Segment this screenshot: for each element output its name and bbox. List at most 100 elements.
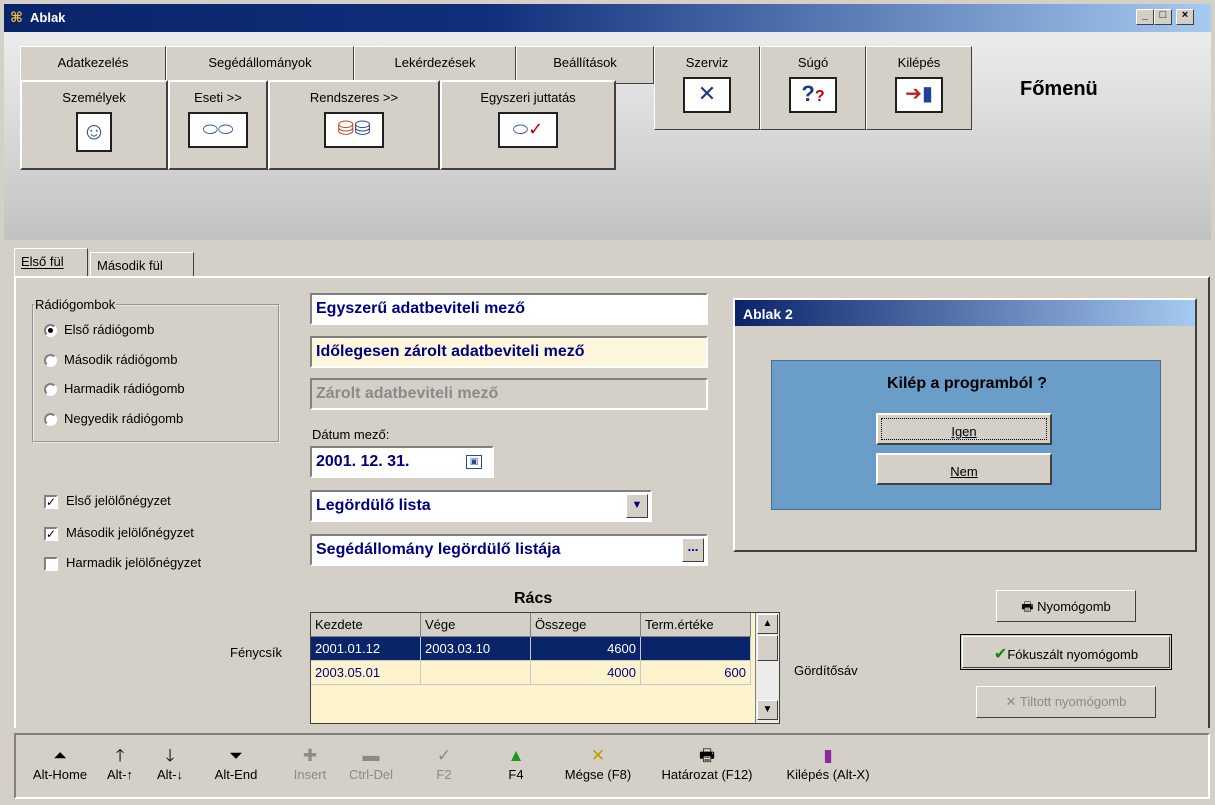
checkbox-first[interactable]: ✓ Első jelölőnégyzet <box>44 493 171 509</box>
title-bar[interactable]: ⌘ Ablak _ □ × <box>4 4 1211 32</box>
checkbox-second[interactable]: ✓ Második jelölőnégyzet <box>44 525 194 541</box>
radio-dot <box>44 413 57 427</box>
toolbar-last-record[interactable]: ⏷ Alt-End <box>206 745 266 782</box>
coin-stack-icon: ⛁⛁ <box>324 112 384 148</box>
table-cell[interactable]: 2003.05.01 <box>311 661 421 685</box>
menu-sugo-label: Súgó <box>797 55 829 70</box>
checkbox-label: Harmadik jelölőnégyzet <box>66 555 202 570</box>
menu-egyszeri-juttatas-label: Egyszeri juttatás <box>480 90 576 105</box>
toolbar-f4[interactable]: ▲ F4 <box>496 745 536 782</box>
radio-dot <box>44 354 57 368</box>
data-grid[interactable]: Kezdete Vége Összege Term.értéke 2001.01… <box>310 612 780 724</box>
radio-dot <box>44 324 57 338</box>
radio-fourth[interactable]: Negyedik rádiógomb <box>44 411 184 427</box>
disabled-x-icon: ✕ <box>1005 694 1020 709</box>
checkbox-third[interactable]: Harmadik jelölőnégyzet <box>44 555 201 571</box>
checkbox-box <box>44 556 58 571</box>
exit-door-icon: ▮ <box>823 746 833 765</box>
menu-szemelyek[interactable]: Személyek ☺ <box>20 80 168 170</box>
vertical-scrollbar[interactable]: ▲ ▼ <box>755 613 779 723</box>
toolbar-exit[interactable]: ▮ Kilépés (Alt-X) <box>776 745 880 782</box>
focused-button[interactable]: ✔Fókuszált nyomógomb <box>960 634 1172 670</box>
toolbar-delete: ▬ Ctrl-Del <box>340 745 402 782</box>
table-cell[interactable] <box>421 661 531 685</box>
help-icon: ?? <box>789 77 837 113</box>
table-cell[interactable]: 4000 <box>531 661 641 685</box>
menu-beallitasok[interactable]: Beállítások <box>516 46 654 84</box>
radio-third[interactable]: Harmadik rádiógomb <box>44 381 185 397</box>
dropdown-value: Legördülő lista <box>316 497 431 514</box>
radio-second[interactable]: Második rádiógomb <box>44 352 178 368</box>
menu-kilepes[interactable]: Kilépés ➔▮ <box>866 46 972 130</box>
scroll-down-icon[interactable]: ▼ <box>757 700 778 720</box>
minus-icon: ▬ <box>362 746 380 765</box>
simple-input-field[interactable]: Egyszerű adatbeviteli mező <box>310 293 708 325</box>
aux-dropdown-list[interactable]: Segédállomány legördülő listája ... <box>310 534 708 566</box>
tab-first[interactable]: Első fül <box>14 248 88 278</box>
toolbar-first-record[interactable]: ⏶ Alt-Home <box>30 745 90 782</box>
temp-locked-input-field[interactable]: Időlegesen zárolt adatbeviteli mező <box>310 336 708 368</box>
date-input-field[interactable]: 2001. 12. 31. ▣ <box>310 446 494 478</box>
disabled-button-label: Tiltott nyomógomb <box>1019 694 1127 709</box>
up-arrow-icon: 🡑 <box>115 746 125 765</box>
menu-szerviz[interactable]: Szerviz ✕ <box>654 46 760 130</box>
toolbar-prev-record[interactable]: 🡑 Alt-↑ <box>100 745 140 782</box>
menu-egyszeri-juttatas[interactable]: Egyszeri juttatás ⬭✓ <box>440 80 616 170</box>
dropdown-list[interactable]: Legördülő lista ▼ <box>310 490 652 522</box>
exit-door-icon: ➔▮ <box>895 77 943 113</box>
menu-rendszeres[interactable]: Rendszeres >> ⛁⛁ <box>268 80 440 170</box>
menu-adatkezeles[interactable]: Adatkezelés <box>20 46 166 84</box>
toolbar-cancel[interactable]: ✕ Mégse (F8) <box>560 745 636 782</box>
menu-eseti-label: Eseti >> <box>194 90 242 105</box>
toolbar-label: F4 <box>508 767 524 782</box>
radio-label: Negyedik rádiógomb <box>64 411 184 426</box>
ellipsis-button[interactable]: ... <box>682 538 704 562</box>
scroll-thumb[interactable] <box>757 635 778 661</box>
calendar-icon[interactable]: ▣ <box>466 455 482 469</box>
printer-icon: 🖶 <box>1021 599 1038 614</box>
minimize-button[interactable]: _ <box>1136 9 1154 25</box>
chevron-down-icon[interactable]: ▼ <box>626 494 648 518</box>
toolbar-label: Kilépés (Alt-X) <box>786 767 870 782</box>
yes-button[interactable]: Igen <box>876 413 1052 445</box>
checkbox-box-checked: ✓ <box>44 494 58 509</box>
toolbar-label: Alt-↓ <box>157 767 183 782</box>
close-button[interactable]: × <box>1176 9 1194 25</box>
bottom-toolbar: ⏶ Alt-Home 🡑 Alt-↑ 🡓 Alt-↓ ⏷ Alt-End ✚ Insert… <box>14 733 1210 799</box>
column-header[interactable]: Kezdete <box>311 613 421 637</box>
menu-segedallomanyok[interactable]: Segédállományok <box>166 46 354 84</box>
column-header[interactable]: Vége <box>421 613 531 637</box>
column-header[interactable]: Term.értéke <box>641 613 751 637</box>
main-menu-title: Főmenü <box>1020 78 1098 100</box>
table-cell[interactable]: 600 <box>641 661 751 685</box>
toolbar-resolution[interactable]: 🖶 Határozat (F12) <box>652 745 762 782</box>
no-button[interactable]: Nem <box>876 453 1052 485</box>
menu-lekerdezesek[interactable]: Lekérdezések <box>354 46 516 84</box>
toolbar-next-record[interactable]: 🡓 Alt-↓ <box>150 745 190 782</box>
menu-sugo[interactable]: Súgó ?? <box>760 46 866 130</box>
coins-icon: ⬭⬭ <box>188 112 248 148</box>
table-cell[interactable]: 4600 <box>531 637 641 661</box>
column-header[interactable]: Összege <box>531 613 641 637</box>
tab-second[interactable]: Második fül <box>90 252 194 278</box>
disabled-button: ✕ Tiltott nyomógomb <box>976 686 1156 718</box>
checkbox-label: Második jelölőnégyzet <box>66 525 194 540</box>
radio-dot <box>44 383 57 397</box>
scroll-up-icon[interactable]: ▲ <box>757 614 778 634</box>
radio-group-legend: Rádiógombok <box>35 297 116 312</box>
toolbar-label: Alt-Home <box>32 767 88 782</box>
table-cell[interactable]: 2001.01.12 <box>311 637 421 661</box>
tab-second-label: Második fül <box>97 258 163 273</box>
push-button[interactable]: 🖶 Nyomógomb <box>996 590 1136 622</box>
menu-rendszeres-label: Rendszeres >> <box>309 90 399 105</box>
radio-label: Második rádiógomb <box>64 352 178 367</box>
date-field-label: Dátum mező: <box>312 427 390 442</box>
highlight-bar-label: Fénycsík <box>230 645 283 660</box>
table-cell[interactable]: 2003.03.10 <box>421 637 531 661</box>
table-cell[interactable] <box>641 637 751 661</box>
menu-eseti[interactable]: Eseti >> ⬭⬭ <box>168 80 268 170</box>
radio-first[interactable]: Első rádiógomb <box>44 322 154 338</box>
first-record-icon: ⏶ <box>53 746 67 765</box>
maximize-button[interactable]: □ <box>1154 9 1172 25</box>
checkbox-label: Első jelölőnégyzet <box>66 493 171 508</box>
